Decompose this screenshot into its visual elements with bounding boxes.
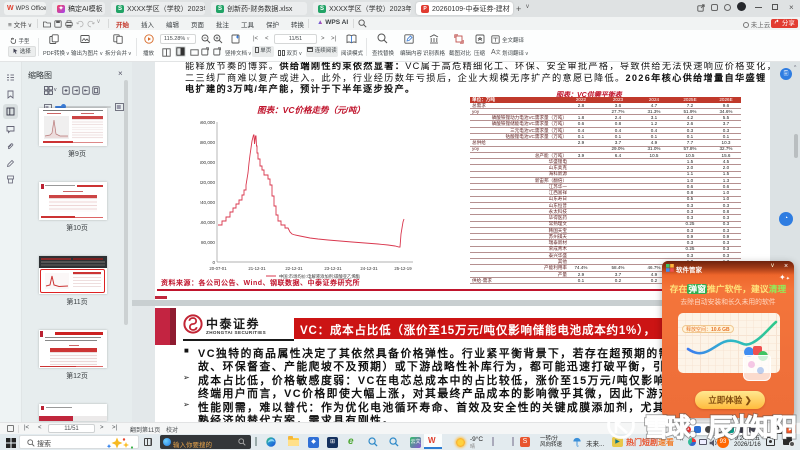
- svg-text:400,000: 400,000: [200, 160, 215, 165]
- svg-text:80,000: 80,000: [201, 240, 215, 245]
- svg-text:160,000: 160,000: [200, 220, 215, 225]
- svg-text:560,000: 560,000: [200, 120, 215, 125]
- svg-text:24-12-31: 24-12-31: [360, 266, 378, 271]
- svg-text:21-12-31: 21-12-31: [248, 266, 266, 271]
- svg-text:20-07-01: 20-07-01: [209, 266, 227, 271]
- svg-text:480,000: 480,000: [200, 140, 215, 145]
- svg-text:22-12-31: 22-12-31: [285, 266, 303, 271]
- svg-text:240,000: 240,000: [200, 200, 215, 205]
- svg-text:0: 0: [212, 260, 215, 265]
- svg-text:25-12-19: 25-12-19: [394, 266, 412, 271]
- svg-text:23-12-31: 23-12-31: [324, 266, 342, 271]
- svg-text:320,000: 320,000: [200, 180, 215, 185]
